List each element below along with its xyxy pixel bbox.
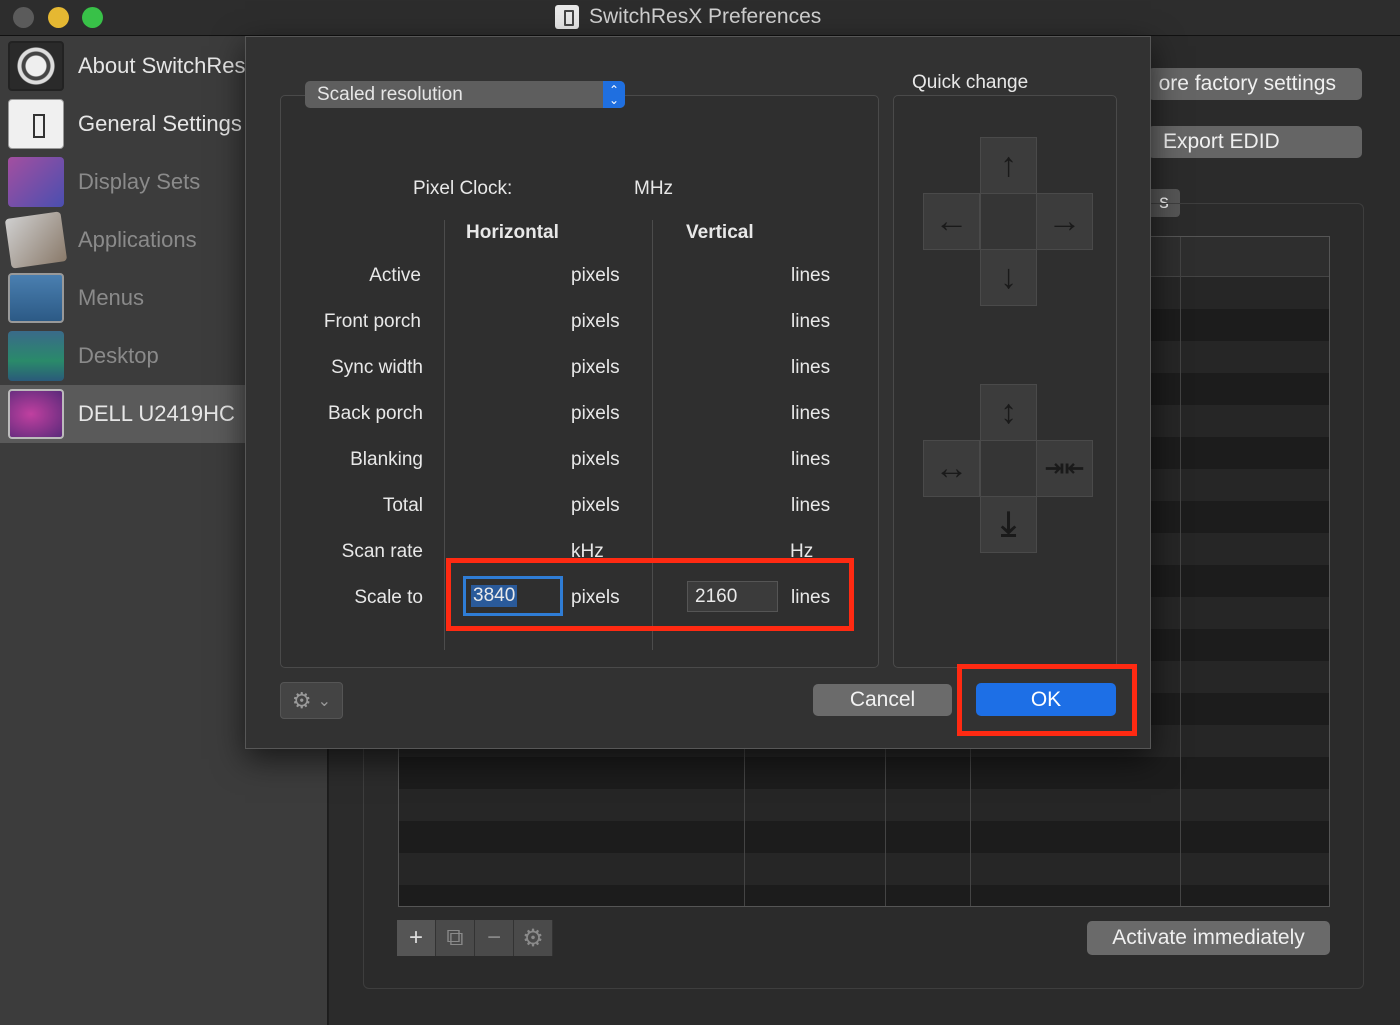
duplicate-resolution-button[interactable]: ⧉ xyxy=(436,920,475,956)
row-label-scale-to: Scale to xyxy=(354,587,423,608)
sidebar-item-label: Desktop xyxy=(78,343,159,368)
v-unit: lines xyxy=(791,311,831,332)
about-switchresx-icon xyxy=(8,41,64,91)
restore-factory-settings-button[interactable]: ore factory settings xyxy=(1148,68,1362,100)
quick-change-label: Quick change xyxy=(912,72,1029,93)
h-unit: pixels xyxy=(571,265,620,286)
zoom-window-button[interactable] xyxy=(82,7,103,28)
row-label-front-porch: Front porch xyxy=(323,311,421,332)
move-up-arrow-icon[interactable]: ↑ xyxy=(980,137,1037,194)
settings-gear-icon[interactable]: ⚙ xyxy=(514,920,553,956)
move-down-arrow-icon[interactable]: ↓ xyxy=(980,249,1037,306)
gear-icon: ⚙ xyxy=(291,687,312,713)
expand-horizontal-icon[interactable]: ↔ xyxy=(923,440,980,497)
horizontal-header: Horizontal xyxy=(466,222,559,243)
pixel-clock-label: Pixel Clock: xyxy=(413,178,513,199)
v-unit: lines xyxy=(791,495,831,516)
export-edid-button[interactable]: Export EDID xyxy=(1148,126,1362,158)
row-label-blanking: Blanking xyxy=(350,449,423,470)
column-divider xyxy=(1180,237,1181,906)
resolution-type-popup[interactable]: Scaled resolution ⌃ ⌄ xyxy=(305,81,625,108)
monitor-icon xyxy=(8,389,64,439)
resize-center-pad xyxy=(980,440,1037,497)
v-unit: lines xyxy=(791,357,831,378)
highlight-annotation xyxy=(446,558,854,631)
desktop-icon xyxy=(8,331,64,381)
h-unit: pixels xyxy=(571,449,620,470)
close-window-button[interactable] xyxy=(13,7,34,28)
minimize-window-button[interactable] xyxy=(48,7,69,28)
expand-vertical-icon[interactable]: ↕ xyxy=(980,384,1037,441)
switchresx-app-icon xyxy=(555,5,579,29)
window-title: SwitchResX Preferences xyxy=(555,5,821,29)
popup-updown-icon: ⌃ ⌄ xyxy=(603,81,625,108)
table-row[interactable] xyxy=(399,789,1329,821)
table-row[interactable] xyxy=(399,853,1329,885)
h-unit: pixels xyxy=(571,495,620,516)
resolution-type-value: Scaled resolution xyxy=(317,83,463,105)
window-title-text: SwitchResX Preferences xyxy=(589,5,822,28)
activate-immediately-button[interactable]: Activate immediately xyxy=(1087,921,1330,955)
sidebar-item-label: Menus xyxy=(78,285,145,310)
column-divider xyxy=(444,220,445,650)
menus-icon xyxy=(8,273,64,323)
vertical-header: Vertical xyxy=(686,222,754,243)
row-label-back-porch: Back porch xyxy=(327,403,423,424)
general-settings-icon xyxy=(8,99,64,149)
sidebar-item-label: Applications xyxy=(78,227,197,252)
row-label-sync-width: Sync width xyxy=(331,357,423,378)
pixel-clock-unit: MHz xyxy=(634,178,674,199)
h-unit: pixels xyxy=(571,311,620,332)
display-sets-icon xyxy=(8,157,64,207)
row-label-active: Active xyxy=(369,265,421,286)
sidebar-item-label: General Settings xyxy=(78,111,242,136)
sidebar-item-label: About SwitchRes xyxy=(78,53,246,78)
move-right-arrow-icon[interactable]: → xyxy=(1036,193,1093,250)
dialog-actions-menu-button[interactable]: ⚙ ⌄ xyxy=(280,682,343,719)
sidebar-item-label: Display Sets xyxy=(78,169,201,194)
v-unit: lines xyxy=(791,403,831,424)
title-bar: SwitchResX Preferences xyxy=(0,0,1400,36)
h-unit: pixels xyxy=(571,403,620,424)
shrink-horizontal-icon[interactable]: ⇥⇤ xyxy=(1036,440,1093,497)
add-resolution-button[interactable]: + xyxy=(397,920,436,956)
remove-resolution-button[interactable]: − xyxy=(475,920,514,956)
highlight-annotation xyxy=(957,664,1137,736)
v-unit: lines xyxy=(791,265,831,286)
row-label-total: Total xyxy=(382,495,423,516)
sidebar-item-label: DELL U2419HC xyxy=(78,401,235,426)
h-unit: pixels xyxy=(571,357,620,378)
shrink-vertical-icon[interactable]: ⤓ xyxy=(980,496,1037,553)
v-unit: lines xyxy=(791,449,831,470)
move-center-pad xyxy=(980,193,1037,250)
chevron-down-icon: ⌄ xyxy=(317,692,332,710)
applications-icon xyxy=(4,211,68,269)
table-toolbar: + ⧉ − ⚙ xyxy=(397,920,553,956)
cancel-button[interactable]: Cancel xyxy=(813,684,952,716)
row-label-scan-rate: Scan rate xyxy=(341,541,423,562)
scaled-resolution-dialog: Scaled resolution ⌃ ⌄ Pixel Clock: MHz Ho… xyxy=(245,36,1151,749)
move-left-arrow-icon[interactable]: ← xyxy=(923,193,980,250)
